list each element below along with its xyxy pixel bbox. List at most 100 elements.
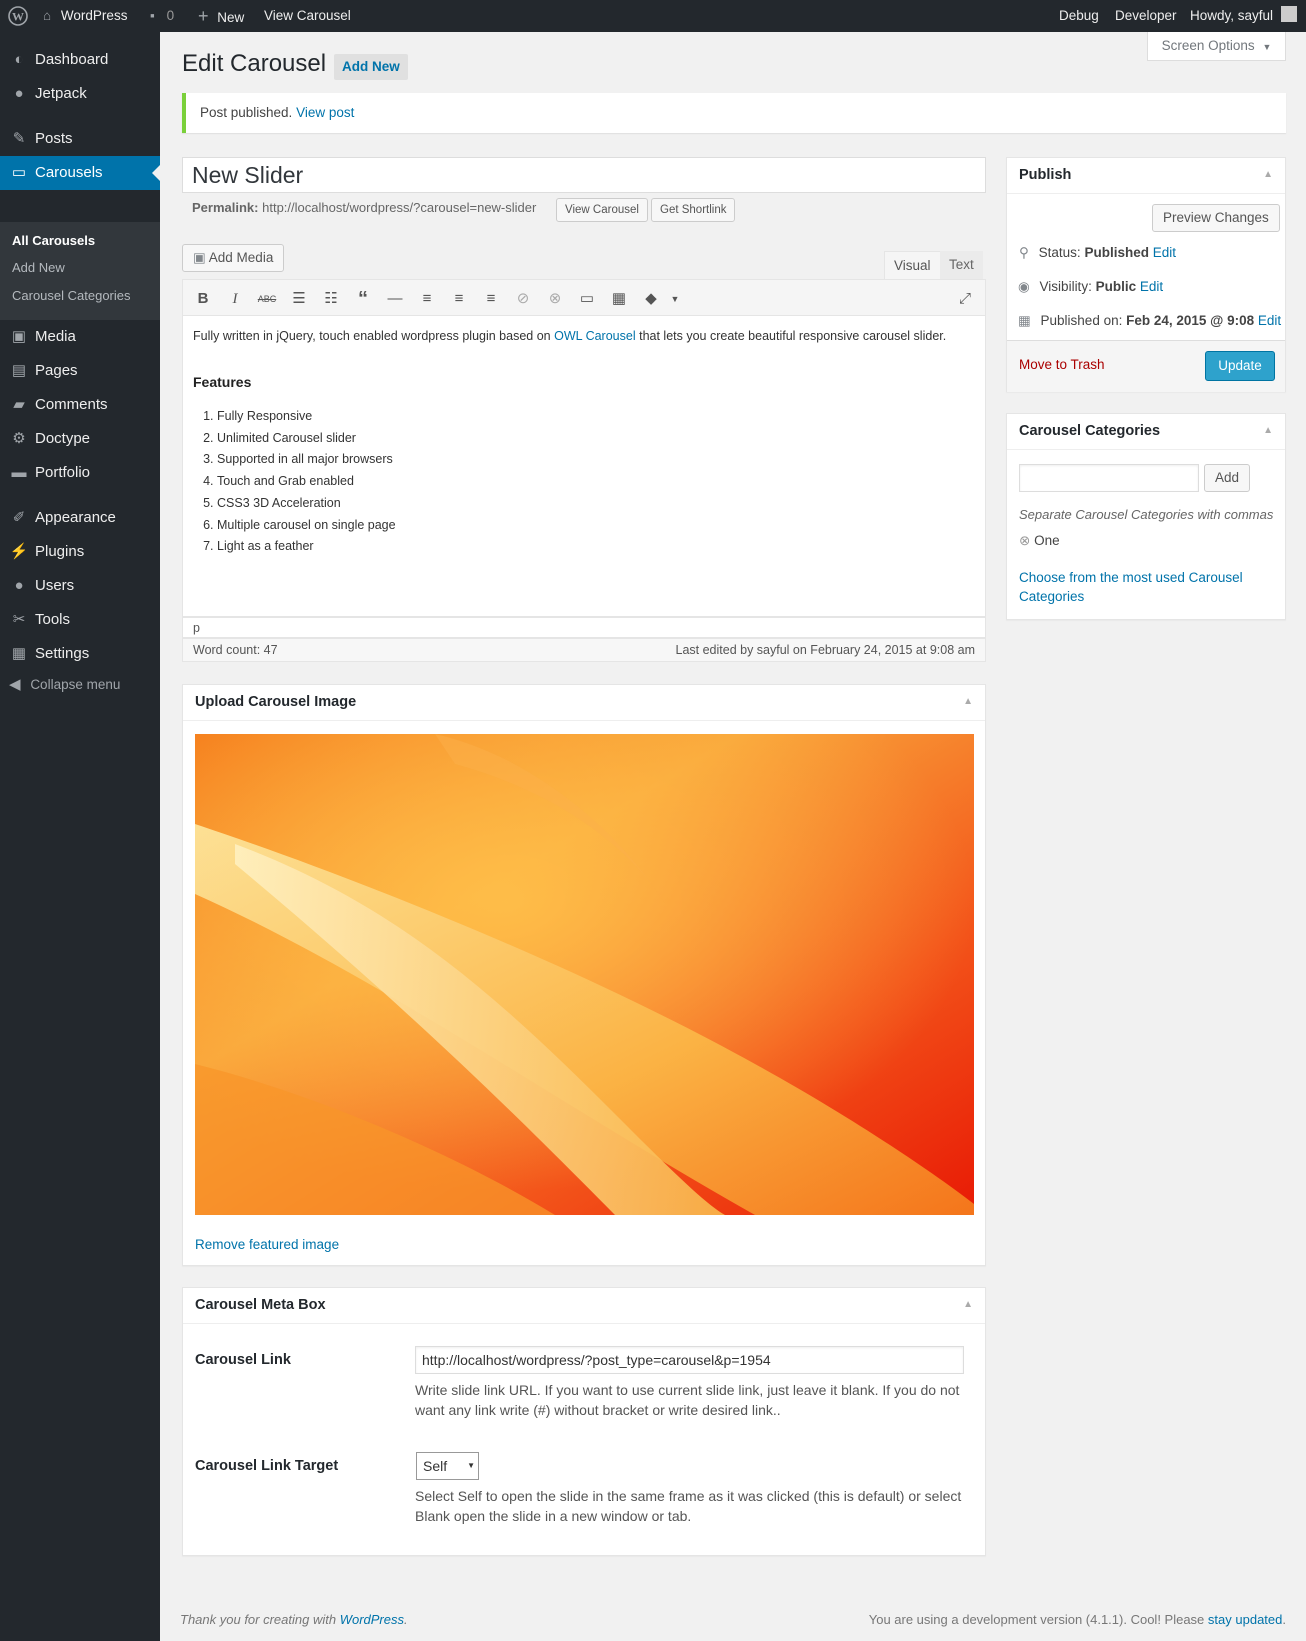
sidebar-item-comments[interactable]: ▰ Comments (0, 388, 160, 422)
submenu-carousel-categories[interactable]: Carousel Categories (12, 288, 131, 303)
sidebar-item-settings[interactable]: ▦ Settings (0, 637, 160, 671)
stay-updated-link[interactable]: stay updated (1208, 1612, 1282, 1627)
category-tag: ⊗ One (1019, 533, 1060, 549)
status-label: Status: (1038, 245, 1081, 260)
new-content-link[interactable]: + New (198, 0, 244, 32)
collapse-menu-button[interactable]: ◀ Collapse menu (9, 675, 120, 693)
postbox-title: Carousel Meta Box (195, 1297, 326, 1313)
chevron-down-icon: ▼ (1262, 42, 1272, 52)
media-icon: ▣ (11, 328, 27, 345)
chevron-down-icon: ▼ (467, 1461, 475, 1470)
align-left-icon[interactable]: ≡ (416, 288, 438, 310)
sidebar-item-media[interactable]: ▣ Media (0, 320, 160, 354)
keyboard-icon[interactable]: ▦ (608, 288, 630, 310)
add-media-button[interactable]: ▣ Add Media (182, 244, 285, 272)
developer-link[interactable]: Developer (1115, 0, 1177, 32)
published-on-row: ▦ Published on: Feb 24, 2015 @ 9:08 Edit (1018, 313, 1281, 329)
intro-text: that lets you create beautiful responsiv… (639, 329, 947, 343)
settings-icon: ▦ (11, 645, 27, 662)
read-more-icon[interactable]: ▭ (576, 288, 598, 310)
edit-date-link[interactable]: Edit (1258, 313, 1281, 328)
postbox-header[interactable]: Publish ▲ (1007, 158, 1285, 194)
add-new-button[interactable]: Add New (334, 54, 408, 80)
blockquote-icon[interactable]: “ (352, 288, 374, 310)
edit-visibility-link[interactable]: Edit (1140, 279, 1163, 294)
horizontal-line-icon[interactable]: — (384, 288, 406, 310)
screen-options-button[interactable]: Screen Options ▼ (1147, 32, 1286, 61)
edit-status-link[interactable]: Edit (1153, 245, 1176, 260)
collapse-arrow-icon[interactable]: ▲ (963, 696, 973, 707)
wordpress-link[interactable]: WordPress (340, 1612, 404, 1627)
sidebar-item-dashboard[interactable]: ◐ Dashboard (0, 43, 160, 77)
collapse-arrow-icon[interactable]: ▲ (963, 1299, 973, 1310)
unlink-icon[interactable]: ⊗ (544, 288, 566, 310)
tab-text[interactable]: Text (940, 251, 983, 279)
sidebar-item-portfolio[interactable]: ▬ Portfolio (0, 456, 160, 490)
collapse-icon: ◀ (9, 676, 21, 693)
word-count: Word count: 47 (193, 643, 278, 657)
post-title-input[interactable]: New Slider (182, 157, 986, 193)
sidebar-item-jetpack[interactable]: ● Jetpack (0, 77, 160, 111)
collapse-arrow-icon[interactable]: ▲ (1263, 425, 1273, 436)
list-item: Light as a feather (217, 536, 396, 558)
get-shortlink-button[interactable]: Get Shortlink (651, 198, 736, 222)
add-media-label: Add Media (208, 250, 274, 265)
sidebar-item-tools[interactable]: ✂ Tools (0, 603, 160, 637)
view-post-link[interactable]: View post (296, 105, 354, 120)
sidebar-item-carousels[interactable]: ▭ Carousels (0, 156, 160, 190)
wordpress-logo-icon[interactable]: W (8, 0, 28, 32)
strikethrough-icon[interactable]: ABC (256, 288, 278, 310)
dropdown-arrow-icon[interactable]: ▼ (664, 288, 686, 310)
postbox-header[interactable]: Carousel Meta Box ▲ (183, 1288, 985, 1324)
editor-intro: Fully written in jQuery, touch enabled w… (193, 329, 946, 343)
sidebar-item-appearance[interactable]: ✐ Appearance (0, 501, 160, 535)
owl-carousel-link[interactable]: OWL Carousel (554, 329, 636, 343)
sidebar-item-plugins[interactable]: ⚡ Plugins (0, 535, 160, 569)
site-name-link[interactable]: ⌂ WordPress (43, 0, 127, 32)
sidebar-item-posts[interactable]: ✎ Posts (0, 122, 160, 156)
visibility-label: Visibility: (1039, 279, 1092, 294)
postbox-header[interactable]: Carousel Categories ▲ (1007, 414, 1285, 450)
sidebar-item-pages[interactable]: ▤ Pages (0, 354, 160, 388)
align-right-icon[interactable]: ≡ (480, 288, 502, 310)
view-carousel-button[interactable]: View Carousel (556, 198, 648, 222)
preview-changes-button[interactable]: Preview Changes (1152, 204, 1280, 232)
comments-link[interactable]: ▪ 0 (150, 0, 174, 32)
collapse-arrow-icon[interactable]: ▲ (1263, 169, 1273, 180)
sidebar-item-users[interactable]: ● Users (0, 569, 160, 603)
permalink-label: Permalink: (192, 200, 259, 215)
italic-icon[interactable]: I (224, 288, 246, 310)
carousel-link-input[interactable]: http://localhost/wordpress/?post_type=ca… (415, 1346, 964, 1374)
align-center-icon[interactable]: ≡ (448, 288, 470, 310)
link-icon[interactable]: ⊘ (512, 288, 534, 310)
view-carousel-link[interactable]: View Carousel (264, 0, 351, 32)
permalink: Permalink: http://localhost/wordpress/?c… (192, 200, 536, 215)
pin-icon: ✎ (12, 130, 26, 147)
featured-image[interactable] (195, 734, 974, 1215)
numbered-list-icon[interactable]: ☷ (320, 288, 342, 310)
account-link[interactable]: Howdy, sayful (1190, 0, 1297, 32)
permalink-url[interactable]: http://localhost/wordpress/?carousel=new… (262, 200, 536, 215)
bullet-list-icon[interactable]: ☰ (288, 288, 310, 310)
editor-content[interactable]: Fully written in jQuery, touch enabled w… (182, 316, 986, 617)
list-item: Multiple carousel on single page (217, 515, 396, 537)
remove-tag-icon[interactable]: ⊗ (1019, 533, 1030, 548)
remove-featured-image-link[interactable]: Remove featured image (195, 1237, 339, 1252)
debug-link[interactable]: Debug (1059, 0, 1099, 32)
postbox-header[interactable]: Upload Carousel Image ▲ (183, 685, 985, 721)
update-button[interactable]: Update (1205, 351, 1275, 381)
choose-most-used-link[interactable]: Choose from the most used Carousel Categ… (1019, 568, 1259, 606)
new-category-input[interactable] (1019, 464, 1199, 492)
footer-text: . (404, 1612, 408, 1627)
fullscreen-icon[interactable]: ⤢ (954, 288, 976, 310)
add-category-button[interactable]: Add (1204, 464, 1251, 492)
carousel-link-target-select[interactable]: Self ▼ (416, 1452, 479, 1480)
sidebar-item-doctype[interactable]: ⚙ Doctype (0, 422, 160, 456)
shortcode-icon[interactable]: ◆ (640, 288, 662, 310)
visibility-row: ◉ Visibility: Public Edit (1018, 279, 1163, 295)
move-to-trash-link[interactable]: Move to Trash (1019, 357, 1105, 372)
submenu-add-new[interactable]: Add New (12, 260, 65, 275)
submenu-all-carousels[interactable]: All Carousels (12, 233, 95, 248)
bold-icon[interactable]: B (192, 288, 214, 310)
tab-visual[interactable]: Visual (884, 251, 941, 279)
